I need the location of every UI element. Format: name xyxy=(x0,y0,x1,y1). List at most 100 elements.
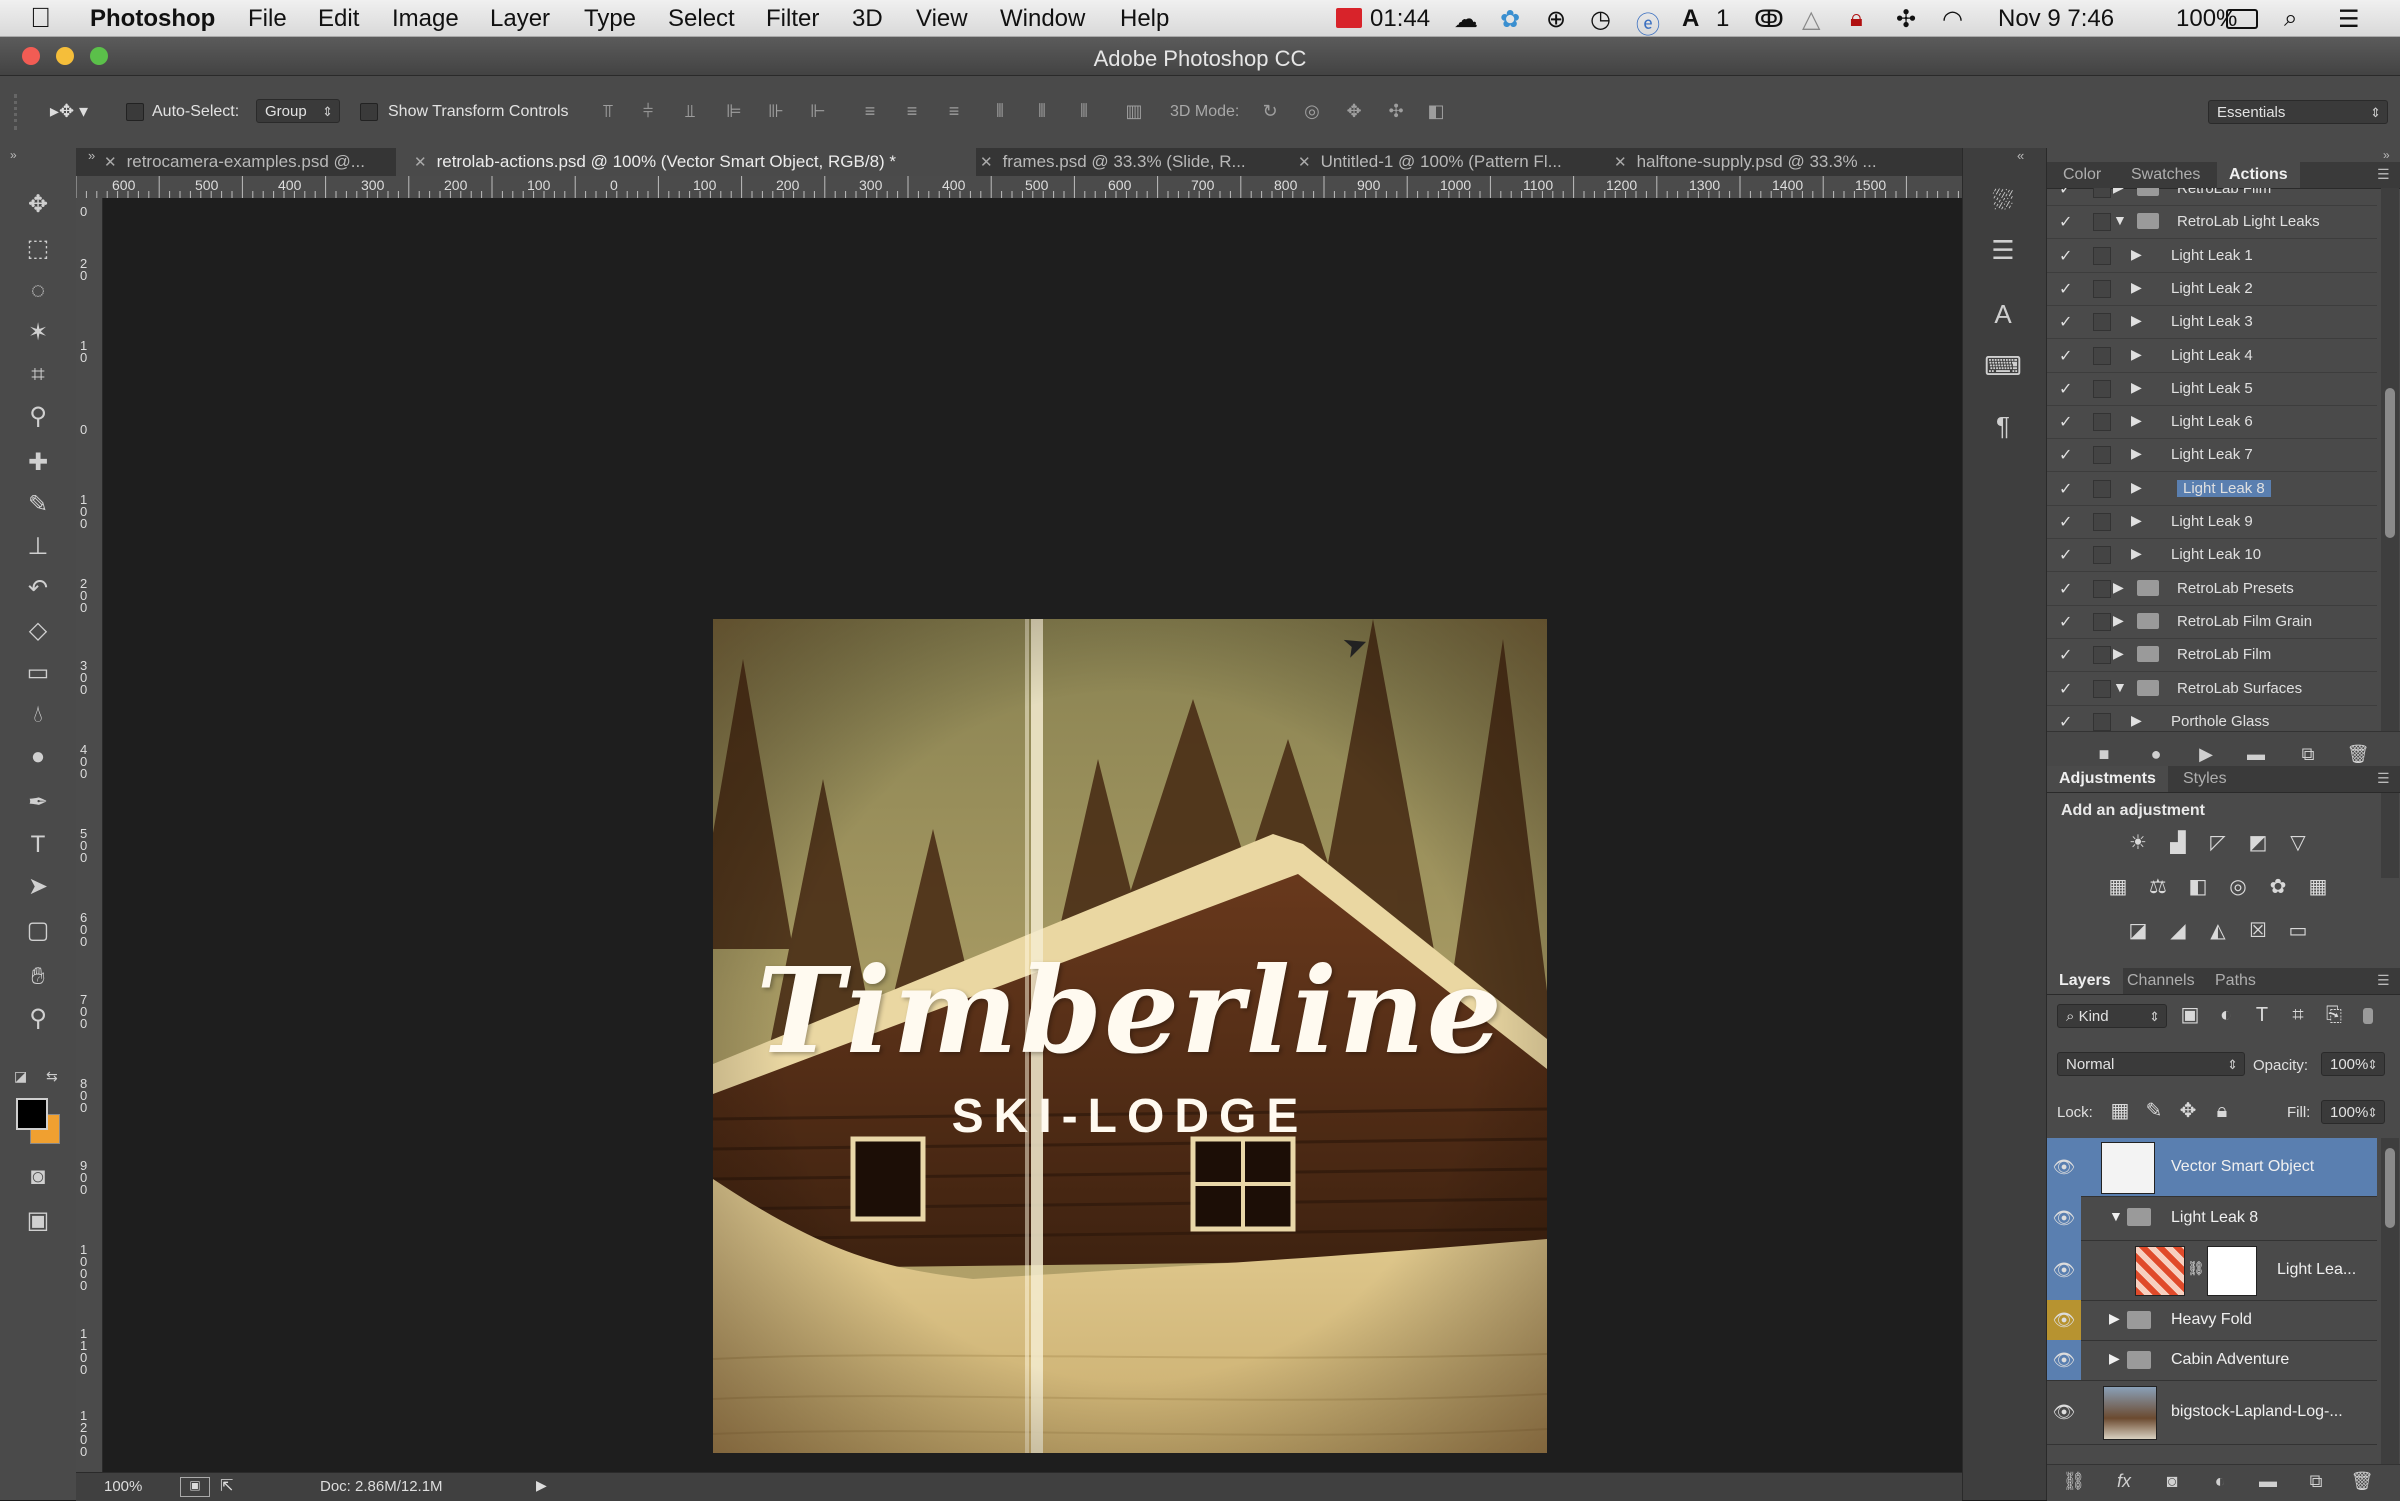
collapsed-triangle-icon[interactable]: ▶ xyxy=(2131,346,2142,363)
lasso-tool-icon[interactable]: ◌ xyxy=(18,272,58,310)
path-selection-tool-icon[interactable]: ➤ xyxy=(18,868,58,906)
exposure-icon[interactable]: ◩ xyxy=(2245,830,2271,856)
horizontal-ruler[interactable]: 600 500 400 300 200 100 0 100 200 300 40… xyxy=(76,176,1962,199)
default-colors-icon[interactable]: ◪ xyxy=(14,1068,27,1085)
menu-window[interactable]: Window xyxy=(1000,5,1085,33)
action-toggle-check-icon[interactable]: ✓ xyxy=(2059,479,2072,499)
lock-pixels-icon[interactable]: ✎ xyxy=(2141,1098,2167,1124)
dialog-toggle-box[interactable] xyxy=(2093,313,2111,332)
zoom-tool-icon[interactable]: ⚲ xyxy=(18,1000,58,1038)
collapsed-triangle-icon[interactable]: ▶ xyxy=(2131,279,2142,296)
action-toggle-check-icon[interactable]: ✓ xyxy=(2059,579,2072,599)
dialog-toggle-box[interactable] xyxy=(2093,513,2111,531)
filter-pixel-icon[interactable]: ▣ xyxy=(2177,1002,2203,1028)
action-toggle-check-icon[interactable]: ✓ xyxy=(2059,379,2072,399)
actions-scroll-thumb[interactable] xyxy=(2385,388,2395,538)
menu-file[interactable]: File xyxy=(248,5,287,33)
workspace-dropdown[interactable]: Essentials xyxy=(2208,100,2388,125)
new-action-icon[interactable]: ⧉ xyxy=(2295,744,2321,766)
adobe-icon[interactable]: A xyxy=(1682,5,1699,33)
link-icon[interactable]: ⛓︎ xyxy=(2187,1260,2205,1277)
collapsed-triangle-icon[interactable]: ▶ xyxy=(2131,312,2142,329)
align-hcenter-icon[interactable]: ⊪ xyxy=(764,98,788,124)
auto-select-dropdown[interactable]: Group xyxy=(256,99,340,124)
dialog-toggle-box[interactable] xyxy=(2093,188,2111,198)
panel-menu-icon[interactable]: ☰ xyxy=(2377,166,2390,183)
tab-untitled[interactable]: ✕ Untitled-1 @ 100% (Pattern Fl... xyxy=(1284,148,1602,176)
vibrance-icon[interactable]: ▽ xyxy=(2285,830,2311,856)
layer-row[interactable]: 👁︎ bigstock-Lapland-Log-... xyxy=(2047,1380,2377,1445)
play-action-icon[interactable]: ▶ xyxy=(2193,744,2219,766)
action-row[interactable]: ✓ ▶ Light Leak 4 xyxy=(2047,339,2377,373)
gradient-map-icon[interactable]: ▭ xyxy=(2285,918,2311,944)
paragraph-panel-icon[interactable]: ¶ xyxy=(1981,404,2025,448)
action-set-row[interactable]: ✓ ▼ RetroLab Light Leaks xyxy=(2047,205,2377,240)
share-icon[interactable]: ⇱ xyxy=(220,1476,233,1496)
group-collapsed-icon[interactable]: ▶ xyxy=(2109,1310,2120,1327)
crosshair-icon[interactable]: ⊕ xyxy=(1546,5,1566,34)
action-row[interactable]: ✓ ▶ Light Leak 2 xyxy=(2047,272,2377,306)
collapsed-triangle-icon[interactable]: ▶ xyxy=(2131,412,2142,429)
action-toggle-check-icon[interactable]: ✓ xyxy=(2059,445,2072,465)
invert-icon[interactable]: ◪ xyxy=(2125,918,2151,944)
apple-icon[interactable]:  xyxy=(30,2,51,34)
transform-controls-checkbox[interactable] xyxy=(360,103,378,121)
app-status-icon[interactable]: ⓔ xyxy=(1636,5,1660,40)
swap-colors-icon[interactable]: ⇆ xyxy=(46,1068,58,1085)
action-set-row[interactable]: ✓ ▶ RetroLab Film Grain xyxy=(2047,605,2377,639)
tab-adjustments[interactable]: Adjustments xyxy=(2047,766,2168,792)
action-toggle-check-icon[interactable]: ✓ xyxy=(2059,545,2072,565)
zoom-level[interactable]: 100% xyxy=(104,1478,142,1495)
collapsed-triangle-icon[interactable]: ▶ xyxy=(2113,579,2124,596)
add-mask-icon[interactable]: ◙ xyxy=(2159,1471,2185,1493)
close-tab-icon[interactable]: ✕ xyxy=(980,154,993,171)
collapsed-triangle-icon[interactable]: ▶ xyxy=(2131,246,2142,263)
group-collapsed-icon[interactable]: ▶ xyxy=(2109,1350,2120,1367)
screen-mode-icon[interactable]: ▣ xyxy=(18,1202,58,1240)
lock-all-icon[interactable]: 🔒︎ xyxy=(2209,1098,2235,1124)
tab-paths[interactable]: Paths xyxy=(2203,968,2268,994)
action-toggle-check-icon[interactable]: ✓ xyxy=(2059,712,2072,732)
opacity-field[interactable]: 100% xyxy=(2321,1052,2385,1077)
cloud-icon[interactable]: ☁ xyxy=(1454,5,1478,34)
close-tab-icon[interactable]: ✕ xyxy=(1298,154,1311,171)
action-row[interactable]: ✓ ▶ Light Leak 9 xyxy=(2047,505,2377,539)
eyedropper-tool-icon[interactable]: ⚲ xyxy=(18,398,58,436)
fill-field[interactable]: 100% xyxy=(2321,1100,2385,1125)
posterize-icon[interactable]: ◢ xyxy=(2165,918,2191,944)
tab-retrolab-actions[interactable]: ✕ retrolab-actions.psd @ 100% (Vector Sma… xyxy=(396,148,976,176)
distribute-vcenter-icon[interactable]: ≡ xyxy=(900,98,924,124)
document-artwork[interactable]: Timberline SKI-LODGE xyxy=(713,619,1547,1453)
3d-roll-icon[interactable]: ◎ xyxy=(1300,98,1324,124)
battery-icon[interactable] xyxy=(2226,9,2258,29)
filter-shape-icon[interactable]: ⌗ xyxy=(2285,1002,2311,1028)
action-row[interactable]: ✓ ▶ Light Leak 3 xyxy=(2047,305,2377,340)
close-tab-icon[interactable]: ✕ xyxy=(414,154,427,171)
action-set-row[interactable]: ✓ ▶ RetroLab Film xyxy=(2047,638,2377,673)
menu-filter[interactable]: Filter xyxy=(766,5,819,33)
healing-brush-tool-icon[interactable]: ✚ xyxy=(18,444,58,482)
layer-style-fx-icon[interactable]: fx xyxy=(2111,1471,2137,1493)
layer-row[interactable]: 👁︎ ⛓︎ Light Lea... xyxy=(2047,1240,2377,1301)
menu-3d[interactable]: 3D xyxy=(852,5,883,33)
collapsed-triangle-icon[interactable]: ▶ xyxy=(2131,712,2142,729)
options-grip[interactable] xyxy=(14,94,20,130)
tab-channels[interactable]: Channels xyxy=(2115,968,2207,994)
properties-panel-icon[interactable]: ☰ xyxy=(1981,228,2025,272)
action-set-row[interactable]: ✓ ▶ RetroLab Presets xyxy=(2047,572,2377,606)
layers-scrollbar[interactable] xyxy=(2381,1138,2399,1468)
menu-view[interactable]: View xyxy=(916,5,968,33)
photo-filter-icon[interactable]: ◎ xyxy=(2225,874,2251,900)
align-right-icon[interactable]: ⊩ xyxy=(806,98,830,124)
menu-image[interactable]: Image xyxy=(392,5,459,33)
canvas-area[interactable]: Timberline SKI-LODGE ➤ xyxy=(103,198,1962,1480)
black-white-icon[interactable]: ◧ xyxy=(2185,874,2211,900)
action-toggle-check-icon[interactable]: ✓ xyxy=(2059,679,2072,699)
type-tool-icon[interactable]: T xyxy=(18,826,58,864)
dialog-toggle-box[interactable] xyxy=(2093,712,2111,731)
collapsed-triangle-icon[interactable]: ▶ xyxy=(2113,188,2124,196)
layer-mask-thumbnail[interactable] xyxy=(2207,1246,2257,1296)
tab-frames[interactable]: ✕ frames.psd @ 33.3% (Slide, R... xyxy=(966,148,1280,176)
action-toggle-check-icon[interactable]: ✓ xyxy=(2059,279,2072,299)
layer-filter-dropdown[interactable]: ⌕ Kind xyxy=(2057,1004,2167,1029)
